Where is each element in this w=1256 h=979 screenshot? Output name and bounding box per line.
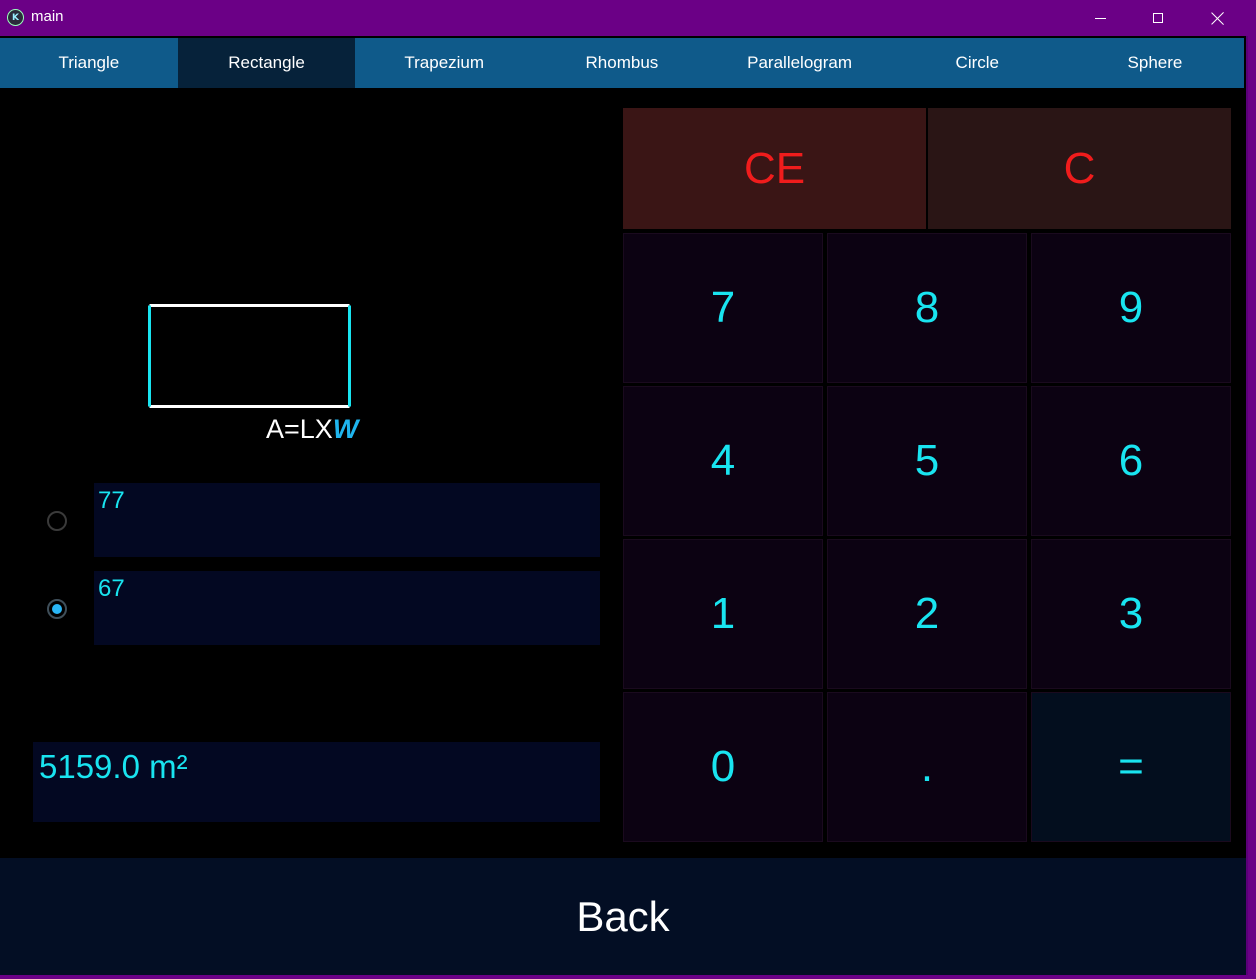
result-display: 5159.0 m² [33,742,600,822]
equals-button[interactable]: = [1031,692,1231,842]
length-input[interactable]: 77 [94,483,600,557]
width-radio[interactable] [47,599,67,619]
tab-triangle[interactable]: Triangle [0,38,178,88]
key-4[interactable]: 4 [623,386,823,536]
tab-circle[interactable]: Circle [888,38,1066,88]
formula-width-symbol: W [332,414,359,444]
close-button[interactable] [1188,0,1246,36]
key-1[interactable]: 1 [623,539,823,689]
title-bar: K main [0,0,1256,36]
formula-text: A=LX [266,414,333,444]
clear-button[interactable]: C [928,108,1231,229]
key-5[interactable]: 5 [827,386,1027,536]
tab-parallelogram[interactable]: Parallelogram [711,38,889,88]
app-window: Triangle Rectangle Trapezium Rhombus Par… [0,36,1248,975]
tab-rhombus[interactable]: Rhombus [533,38,711,88]
minimize-button[interactable] [1071,0,1129,36]
rectangle-diagram [148,304,351,408]
key-decimal[interactable]: . [827,692,1027,842]
key-7[interactable]: 7 [623,233,823,383]
key-8[interactable]: 8 [827,233,1027,383]
width-input[interactable]: 67 [94,571,600,645]
tab-sphere[interactable]: Sphere [1066,38,1244,88]
minimize-icon [1094,17,1106,19]
keypad: CE C 7 8 9 4 5 6 1 2 3 0 . = [623,108,1231,842]
back-button[interactable]: Back [0,858,1246,975]
maximize-icon [1153,13,1163,23]
area-formula: A=LXW [266,414,358,445]
key-0[interactable]: 0 [623,692,823,842]
key-9[interactable]: 9 [1031,233,1231,383]
length-radio[interactable] [47,511,67,531]
clear-entry-button[interactable]: CE [623,108,926,229]
key-2[interactable]: 2 [827,539,1027,689]
key-6[interactable]: 6 [1031,386,1231,536]
close-icon [1211,12,1224,25]
maximize-button[interactable] [1129,0,1187,36]
app-icon: K [7,9,24,26]
window-title: main [31,8,64,25]
tab-trapezium[interactable]: Trapezium [355,38,533,88]
tab-rectangle[interactable]: Rectangle [177,38,356,88]
shape-tab-bar: Triangle Rectangle Trapezium Rhombus Par… [0,38,1244,88]
key-3[interactable]: 3 [1031,539,1231,689]
